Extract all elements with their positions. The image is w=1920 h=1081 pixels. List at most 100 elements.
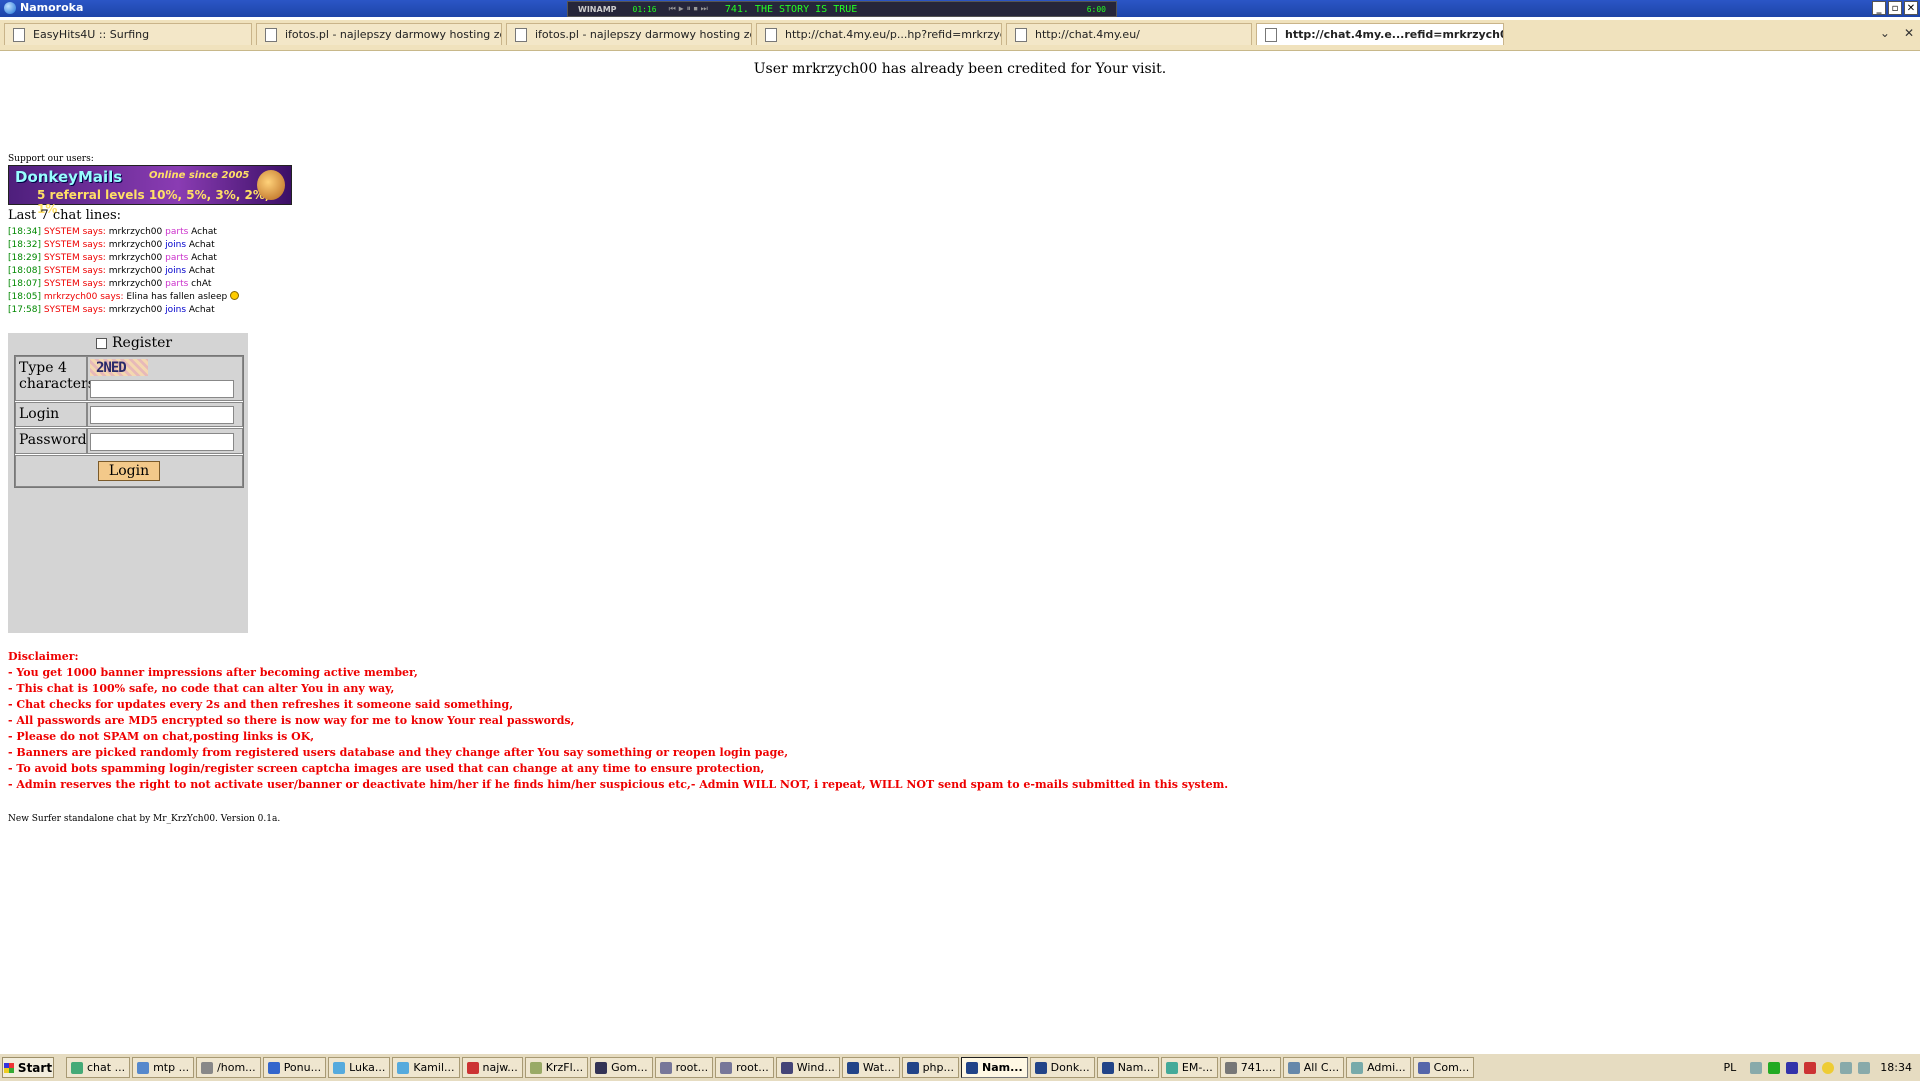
chat-time: [18:05] bbox=[8, 292, 41, 302]
tray-save-icon[interactable] bbox=[1786, 1061, 1799, 1074]
task-label: Wat... bbox=[862, 1061, 895, 1074]
minimize-button[interactable]: _ bbox=[1872, 1, 1886, 15]
last-lines-label: Last 7 chat lines: bbox=[8, 208, 122, 223]
chat-line: [18:08] SYSTEM says: mrkrzych00 joins Ac… bbox=[8, 265, 239, 278]
disclaimer-line: - This chat is 100% safe, no code that c… bbox=[8, 682, 395, 695]
chat-time: [18:07] bbox=[8, 279, 41, 289]
taskbar-tasks: chat ... mtp ... /hom... Ponu... Luka... Kami… bbox=[66, 1057, 1475, 1078]
page-icon bbox=[515, 27, 527, 42]
login-button[interactable]: Login bbox=[97, 460, 161, 481]
password-row: Password bbox=[15, 428, 243, 455]
taskbar-task[interactable]: Admi... bbox=[1346, 1057, 1411, 1078]
task-label: Admi... bbox=[1367, 1061, 1406, 1074]
tab-label: ifotos.pl - najlepszy darmowy hosting zd… bbox=[285, 28, 501, 41]
login-field-cell bbox=[87, 401, 243, 427]
disclaimer-line: - Chat checks for updates every 2s and t… bbox=[8, 698, 514, 711]
smiley-icon bbox=[230, 291, 240, 300]
task-label: Wind... bbox=[796, 1061, 835, 1074]
tray-smiley-icon[interactable] bbox=[1822, 1061, 1835, 1074]
tab-chat-home[interactable]: http://chat.4my.eu/ bbox=[1006, 23, 1252, 45]
tab-chat-refid[interactable]: http://chat.4my.eu/p...hp?refid=mrkrzych… bbox=[756, 23, 1002, 45]
chat-target: Achat bbox=[188, 305, 215, 315]
password-input[interactable] bbox=[90, 432, 234, 451]
tab-ifotos-1[interactable]: ifotos.pl - najlepszy darmowy hosting zd… bbox=[256, 23, 502, 45]
maximize-button[interactable]: ▫ bbox=[1888, 1, 1902, 15]
task-app-icon bbox=[397, 1061, 410, 1074]
taskbar-task[interactable]: EM-... bbox=[1160, 1057, 1218, 1078]
window-controls: _ ▫ ✕ bbox=[1872, 1, 1918, 15]
chat-line: [18:29] SYSTEM says: mrkrzych00 parts Ac… bbox=[8, 252, 239, 265]
page-content: User mrkrzych00 has already been credite… bbox=[0, 51, 1920, 1051]
chat-nick: mrkrzych00 bbox=[108, 279, 163, 289]
task-app-icon bbox=[1287, 1061, 1300, 1074]
taskbar-task[interactable]: Nam... bbox=[961, 1057, 1028, 1078]
tray-app-icon[interactable] bbox=[1768, 1061, 1781, 1074]
tab-label: http://chat.4my.eu/ bbox=[1035, 28, 1140, 41]
task-app-icon bbox=[71, 1061, 83, 1074]
chat-line: [17:58] SYSTEM says: mrkrzych00 joins Ac… bbox=[8, 304, 239, 317]
tray-flag-icon[interactable] bbox=[1840, 1061, 1853, 1074]
taskbar-task[interactable]: Nam... bbox=[1096, 1057, 1159, 1078]
chat-action: joins bbox=[165, 305, 187, 315]
taskbar-task[interactable]: mtp ... bbox=[132, 1057, 195, 1078]
task-label: mtp ... bbox=[153, 1061, 190, 1074]
captcha-image: 2NED bbox=[90, 359, 148, 376]
password-label: Password bbox=[15, 428, 87, 454]
taskbar-task[interactable]: Wat... bbox=[841, 1057, 900, 1078]
tab-easyhits[interactable]: EasyHits4U :: Surfing bbox=[4, 23, 252, 45]
task-label: chat ... bbox=[87, 1061, 126, 1074]
task-app-icon bbox=[780, 1061, 793, 1074]
tab-list-icon[interactable]: ⌄ bbox=[1880, 26, 1890, 40]
taskbar-task[interactable]: Luka... bbox=[328, 1057, 391, 1078]
chat-speaker: SYSTEM says: bbox=[43, 227, 106, 237]
captcha-label: Type 4 characters bbox=[15, 356, 95, 401]
donkeymails-banner[interactable]: DonkeyMails Online since 2005 5 referral… bbox=[8, 165, 292, 216]
browser-app-icon bbox=[4, 2, 16, 14]
task-app-icon bbox=[267, 1061, 280, 1074]
disclaimer-line: - Admin reserves the right to not activa… bbox=[8, 778, 1229, 791]
tab-chat-active[interactable]: http://chat.4my.e...refid=mrkrzych00 bbox=[1256, 23, 1504, 45]
register-option[interactable]: Register bbox=[96, 335, 172, 351]
taskbar-task[interactable]: Kamil... bbox=[392, 1057, 460, 1078]
chat-speaker: SYSTEM says: bbox=[43, 305, 106, 315]
tab-ifotos-2[interactable]: ifotos.pl - najlepszy darmowy hosting zd… bbox=[506, 23, 752, 45]
taskbar-task[interactable]: php... bbox=[901, 1057, 959, 1078]
taskbar-task[interactable]: Ponu... bbox=[262, 1057, 327, 1078]
captcha-input[interactable] bbox=[90, 379, 234, 398]
winamp-elapsed: 01:16 bbox=[632, 4, 657, 14]
banner-since: Online since 2005 bbox=[149, 170, 250, 181]
taskbar-task[interactable]: root... bbox=[654, 1057, 714, 1078]
language-indicator[interactable]: PL bbox=[1724, 1061, 1737, 1074]
chat-nick: mrkrzych00 bbox=[108, 227, 163, 237]
chat-speaker: SYSTEM says: bbox=[43, 240, 106, 250]
winamp-controls[interactable]: ⏮▶⏸⏹⏭ bbox=[663, 4, 717, 14]
chat-speaker: SYSTEM says: bbox=[43, 253, 106, 263]
winamp-mini-player[interactable]: WINAMP 01:16 ⏮▶⏸⏹⏭ 741. THE STORY IS TRU… bbox=[567, 1, 1117, 17]
chat-speaker: SYSTEM says: bbox=[43, 279, 106, 289]
tab-label: ifotos.pl - najlepszy darmowy hosting zd… bbox=[535, 28, 751, 41]
taskbar-task[interactable]: Wind... bbox=[775, 1057, 840, 1078]
taskbar-task[interactable]: najw... bbox=[461, 1057, 523, 1078]
taskbar-task[interactable]: Com... bbox=[1412, 1057, 1475, 1078]
taskbar-task[interactable]: Donk... bbox=[1029, 1057, 1095, 1078]
taskbar-task[interactable]: 741.... bbox=[1219, 1057, 1281, 1078]
taskbar-task[interactable]: Gom... bbox=[590, 1057, 653, 1078]
taskbar-task[interactable]: /hom... bbox=[196, 1057, 261, 1078]
task-app-icon bbox=[1101, 1061, 1114, 1074]
password-field-cell bbox=[87, 428, 243, 454]
taskbar-task[interactable]: KrzFl... bbox=[524, 1057, 589, 1078]
page-icon bbox=[765, 27, 777, 42]
taskbar-task[interactable]: All C... bbox=[1282, 1057, 1345, 1078]
taskbar-task[interactable]: root... bbox=[715, 1057, 774, 1078]
close-button[interactable]: ✕ bbox=[1904, 1, 1918, 15]
tray-volume-icon[interactable] bbox=[1858, 1061, 1871, 1074]
login-form: Type 4 characters 2NED Login Password Lo… bbox=[14, 355, 244, 488]
login-input[interactable] bbox=[90, 406, 234, 424]
task-label: php... bbox=[922, 1061, 954, 1074]
tray-network-icon[interactable] bbox=[1750, 1061, 1763, 1074]
close-tab-icon[interactable]: ✕ bbox=[1904, 26, 1914, 40]
start-button[interactable]: Start bbox=[2, 1057, 54, 1078]
register-checkbox[interactable] bbox=[96, 337, 107, 349]
taskbar-task[interactable]: chat ... bbox=[66, 1057, 131, 1078]
tray-antivirus-icon[interactable] bbox=[1804, 1061, 1817, 1074]
